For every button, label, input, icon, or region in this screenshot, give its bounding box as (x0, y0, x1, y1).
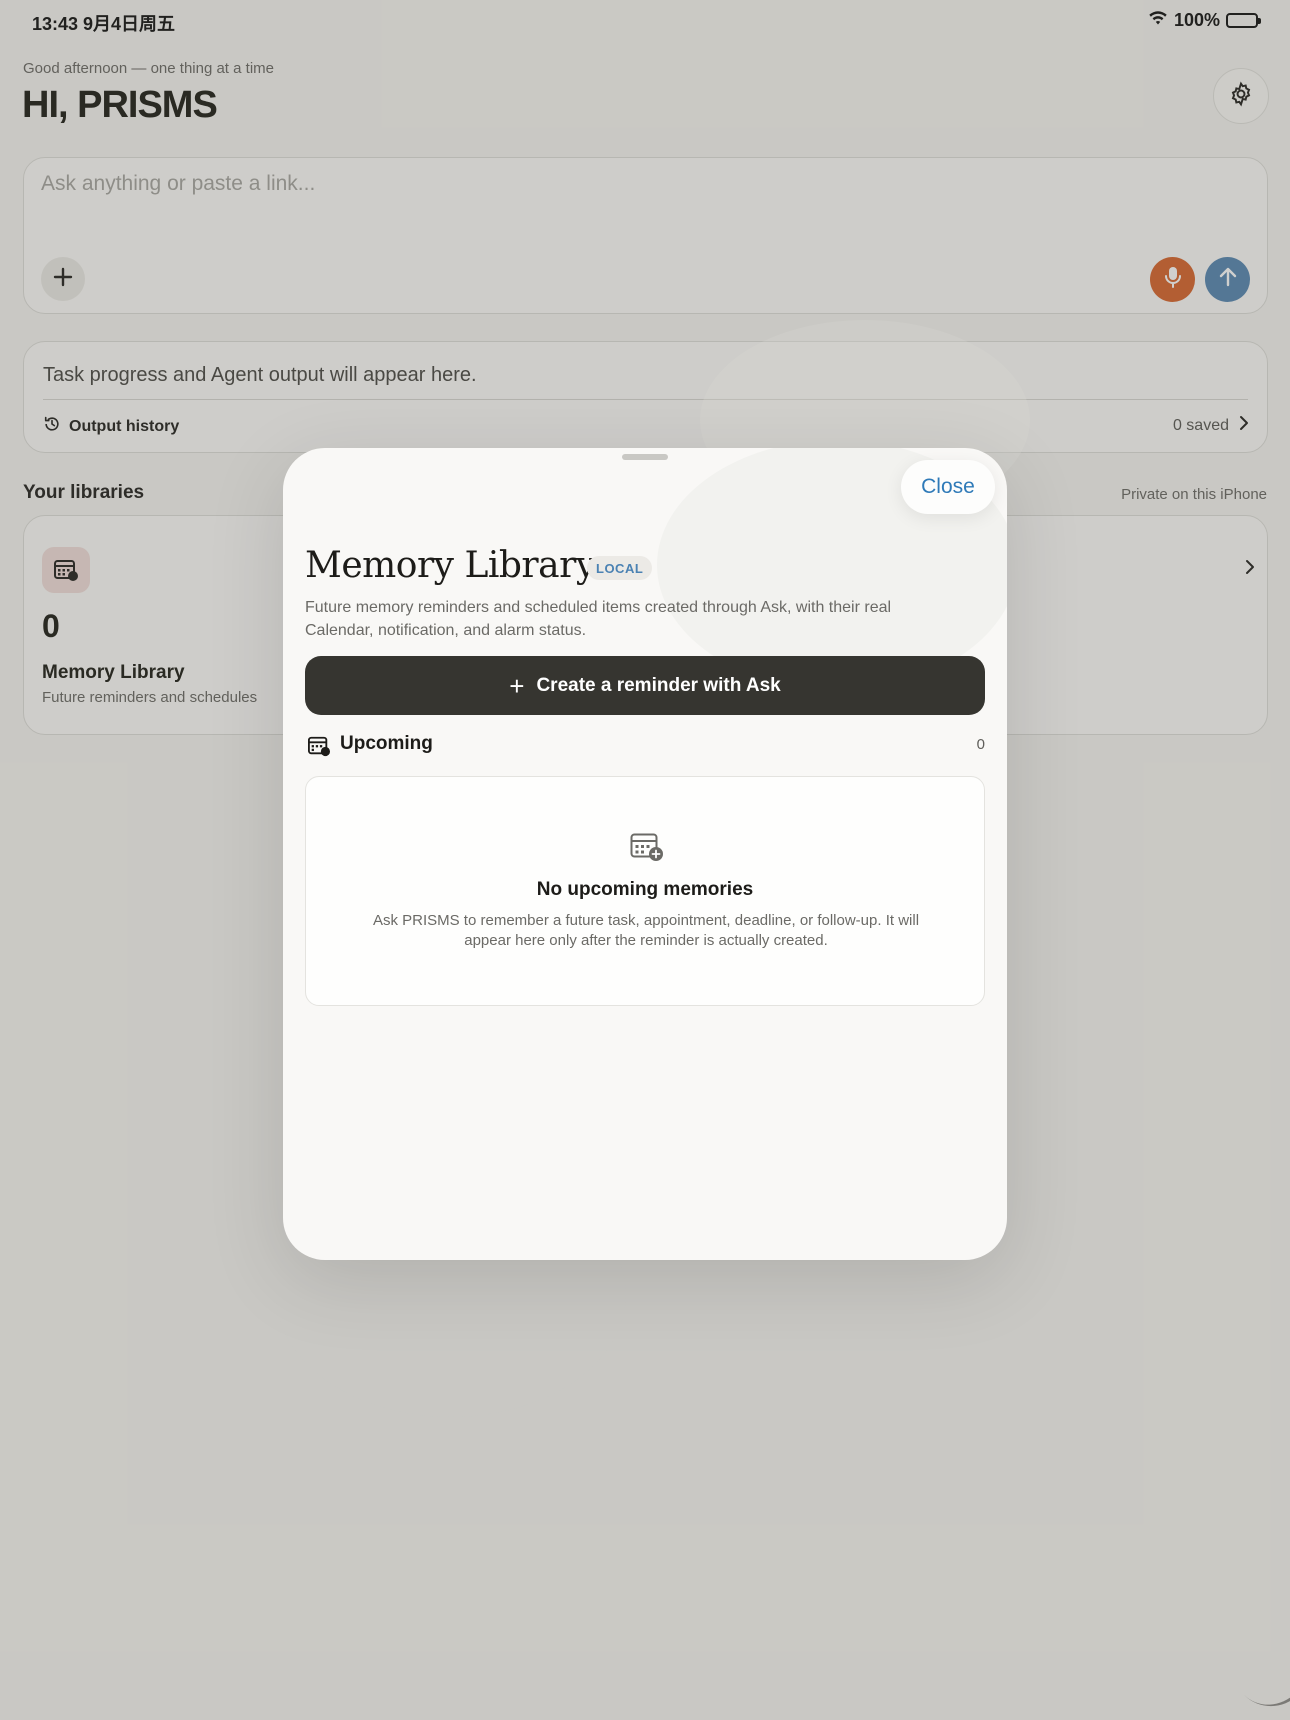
calendar-add-icon (630, 832, 664, 867)
upcoming-count: 0 (976, 736, 985, 753)
empty-description: Ask PRISMS to remember a future task, ap… (372, 912, 920, 949)
calendar-clock-icon (307, 735, 331, 762)
upcoming-label: Upcoming (340, 733, 433, 754)
sheet-grabber[interactable] (622, 454, 668, 460)
empty-title: No upcoming memories (536, 879, 754, 900)
sheet-description: Future memory reminders and scheduled it… (305, 599, 892, 639)
empty-state: No upcoming memories Ask PRISMS to remem… (305, 776, 985, 1006)
memory-library-sheet: Close Memory Library LOCAL Future memory… (283, 448, 1007, 1260)
upcoming-header: Upcoming 0 (305, 733, 985, 761)
create-reminder-button[interactable]: + Create a reminder with Ask (305, 656, 985, 715)
sheet-title: Memory Library (305, 545, 596, 586)
create-reminder-label: Create a reminder with Ask (536, 674, 781, 696)
local-badge: LOCAL (587, 556, 653, 580)
plus-icon: + (509, 670, 525, 701)
close-button[interactable]: Close (901, 460, 995, 514)
